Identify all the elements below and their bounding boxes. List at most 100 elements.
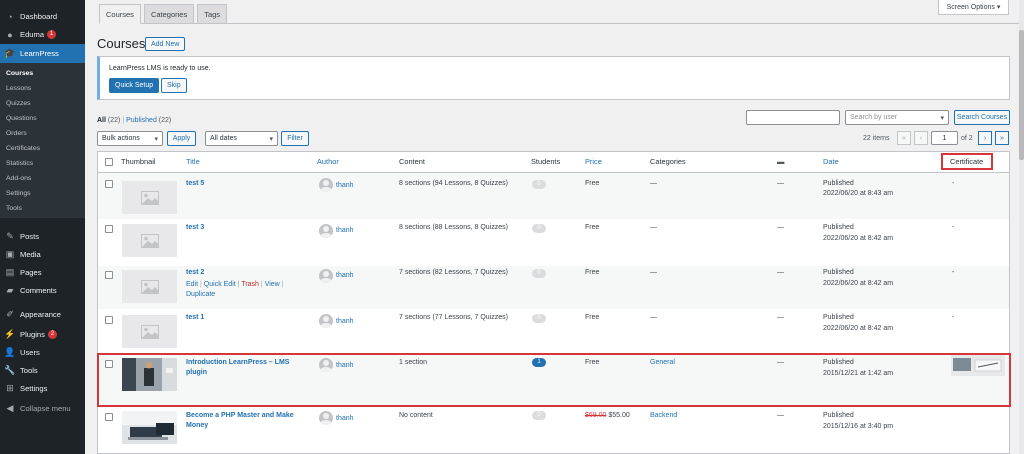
- sidebar-item-media[interactable]: ▣ Media: [0, 246, 85, 263]
- skip-button[interactable]: Skip: [161, 78, 187, 93]
- next-page-button[interactable]: ›: [978, 131, 992, 145]
- course-thumbnail-placeholder: [122, 315, 177, 348]
- sidebar-item-posts[interactable]: ✎ Posts: [0, 228, 85, 245]
- students-count: 0: [532, 224, 546, 233]
- tab-categories[interactable]: Categories: [143, 4, 195, 24]
- course-title-link[interactable]: test 3: [186, 223, 204, 233]
- course-content: 8 sections (88 Lessons, 8 Quizzes): [399, 224, 508, 231]
- quick-edit-link[interactable]: Quick Edit: [204, 281, 236, 288]
- submenu-lessons[interactable]: Lessons: [6, 85, 31, 92]
- author-link[interactable]: thanh: [336, 226, 354, 236]
- course-date: 2015/12/16 at 3:40 pm: [823, 423, 894, 430]
- submenu-settings[interactable]: Settings: [6, 190, 31, 197]
- submenu-statistics[interactable]: Statistics: [6, 160, 33, 167]
- current-page-input[interactable]: 1: [931, 131, 958, 145]
- search-courses-button[interactable]: Search Courses: [954, 110, 1010, 125]
- scrollbar-thumb[interactable]: [1019, 30, 1024, 160]
- submenu-tools[interactable]: Tools: [6, 205, 22, 212]
- search-by-user-select[interactable]: Search by user ▾: [845, 110, 949, 125]
- sidebar-item-dashboard[interactable]: ◔ Dashboard: [0, 8, 85, 25]
- notice-text: LearnPress LMS is ready to use.: [109, 65, 211, 72]
- author-link[interactable]: thanh: [336, 317, 354, 327]
- learnpress-submenu: Courses Lessons Quizzes Questions Orders…: [0, 63, 85, 218]
- course-certificate: -: [952, 314, 955, 321]
- edit-link[interactable]: Edit: [186, 281, 198, 288]
- column-date[interactable]: Date: [823, 157, 839, 166]
- row-checkbox[interactable]: [105, 413, 113, 421]
- select-all-checkbox[interactable]: [105, 158, 113, 166]
- duplicate-link[interactable]: Duplicate: [186, 291, 215, 298]
- action-separator: |: [281, 281, 284, 288]
- sidebar-item-learnpress[interactable]: 🎓 LearnPress: [0, 44, 85, 63]
- submenu-questions[interactable]: Questions: [6, 115, 37, 122]
- row-checkbox[interactable]: [105, 225, 113, 233]
- notification-badge: 2: [47, 330, 57, 339]
- students-count: 0: [532, 314, 546, 323]
- view-link[interactable]: View: [265, 281, 280, 288]
- quick-setup-button[interactable]: Quick Setup: [109, 78, 160, 93]
- course-title-link[interactable]: test 1: [186, 313, 204, 323]
- row-checkbox[interactable]: [105, 271, 113, 279]
- course-photo: [122, 411, 177, 444]
- sidebar-item-comments[interactable]: ▰ Comments: [0, 282, 85, 299]
- dates-select[interactable]: All dates ▾: [205, 131, 278, 146]
- course-title-link[interactable]: Become a PHP Master and Make Money: [186, 411, 294, 431]
- submenu-orders[interactable]: Orders: [6, 130, 27, 137]
- filter-button[interactable]: Filter: [281, 131, 309, 146]
- settings-icon: ⊞: [6, 383, 14, 393]
- filter-all[interactable]: All: [97, 117, 106, 124]
- sidebar-item-users[interactable]: 👤 Users: [0, 344, 85, 361]
- course-categories: —: [650, 314, 657, 321]
- tab-courses[interactable]: Courses: [99, 4, 141, 24]
- sidebar-item-pages[interactable]: ▤ Pages: [0, 264, 85, 281]
- search-courses-input[interactable]: [746, 110, 840, 125]
- original-price: $69.00: [585, 412, 607, 419]
- notification-badge: 1: [47, 30, 57, 39]
- course-status: Published: [823, 412, 854, 419]
- comments-icon: ▰: [6, 285, 14, 295]
- last-page-button[interactable]: »: [995, 131, 1009, 145]
- chevron-down-icon: ▾: [269, 136, 273, 143]
- course-title-link[interactable]: test 2: [186, 268, 204, 278]
- bulk-actions-select[interactable]: Bulk actions ▾: [97, 131, 163, 146]
- sidebar-item-appearance[interactable]: ✐ Appearance: [0, 306, 85, 323]
- course-price: Free: [585, 224, 600, 231]
- author-link[interactable]: thanh: [336, 271, 354, 281]
- column-author[interactable]: Author: [317, 157, 339, 166]
- submenu-courses[interactable]: Courses: [6, 70, 33, 77]
- course-status: Published: [823, 314, 854, 321]
- row-checkbox[interactable]: [105, 180, 113, 188]
- media-icon: ▣: [5, 249, 15, 259]
- sidebar-item-eduma[interactable]: ● Eduma 1: [0, 26, 85, 43]
- add-new-button[interactable]: Add New: [145, 37, 186, 51]
- chevron-down-icon: ▾: [940, 115, 944, 122]
- screen-options-button[interactable]: Screen Options ▾: [938, 0, 1009, 15]
- column-title[interactable]: Title: [186, 157, 200, 166]
- row-checkbox[interactable]: [105, 316, 113, 324]
- trash-link[interactable]: Trash: [241, 281, 259, 288]
- nav-tabs: Courses Categories Tags: [99, 4, 230, 24]
- wrench-icon: 🔧: [4, 365, 16, 375]
- submenu-add-ons[interactable]: Add-ons: [6, 175, 31, 182]
- sidebar-item-tools[interactable]: 🔧 Tools: [0, 362, 85, 379]
- course-date: 2022/06/20 at 8:42 am: [823, 280, 894, 287]
- course-category-link[interactable]: Backend: [650, 411, 677, 421]
- column-price[interactable]: Price: [585, 157, 602, 166]
- sidebar-item-plugins[interactable]: ⚡ Plugins 2: [0, 326, 85, 343]
- comments-count: —: [777, 314, 784, 321]
- sidebar-item-settings[interactable]: ⊞ Settings: [0, 380, 85, 397]
- author-link[interactable]: thanh: [336, 414, 354, 424]
- apply-button[interactable]: Apply: [167, 131, 196, 146]
- filter-published[interactable]: Published: [126, 117, 157, 124]
- students-count: 0: [532, 180, 546, 189]
- users-icon: 👤: [4, 347, 16, 357]
- certificate-column-highlight: [941, 153, 993, 170]
- author-link[interactable]: thanh: [336, 181, 354, 191]
- image-placeholder-icon: [140, 279, 159, 294]
- collapse-menu-button[interactable]: ◀ Collapse menu: [0, 400, 85, 417]
- tab-tags[interactable]: Tags: [197, 4, 228, 24]
- column-thumbnail: Thumbnail: [121, 157, 156, 166]
- course-title-link[interactable]: test 5: [186, 179, 204, 189]
- submenu-quizzes[interactable]: Quizzes: [6, 100, 31, 107]
- submenu-certificates[interactable]: Certificates: [6, 145, 40, 152]
